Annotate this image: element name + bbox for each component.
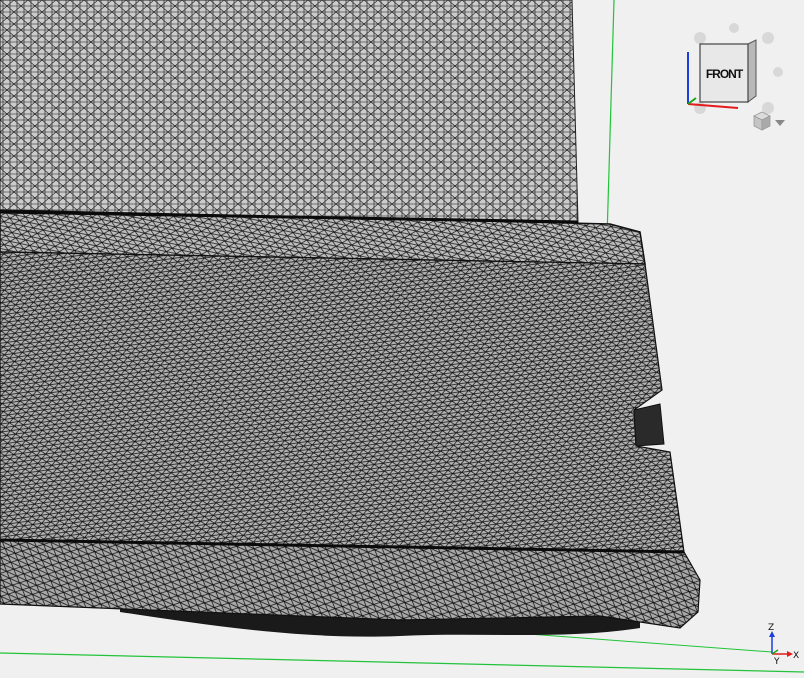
axis-indicator: Z Y X bbox=[756, 618, 804, 678]
cube-menu-icon[interactable] bbox=[753, 111, 771, 131]
nav-cube-front-label: FRONT bbox=[706, 67, 744, 81]
mesh-notch bbox=[633, 403, 665, 447]
mesh-bottom-plinth[interactable] bbox=[0, 539, 701, 629]
nav-axis-y bbox=[687, 97, 697, 105]
chevron-down-icon[interactable] bbox=[775, 120, 785, 126]
axis-y-label: Y bbox=[773, 657, 780, 667]
3d-viewport[interactable]: FRONT Z Y X bbox=[0, 0, 804, 678]
navigation-cube[interactable]: FRONT bbox=[660, 20, 790, 135]
nav-cube-side[interactable] bbox=[747, 39, 757, 103]
mesh-lower-base[interactable] bbox=[0, 251, 685, 553]
grid-line-front bbox=[0, 652, 804, 673]
axis-z-label: Z bbox=[768, 623, 774, 633]
axis-x-label: X bbox=[793, 651, 799, 661]
mesh-upper-block[interactable] bbox=[0, 0, 579, 223]
